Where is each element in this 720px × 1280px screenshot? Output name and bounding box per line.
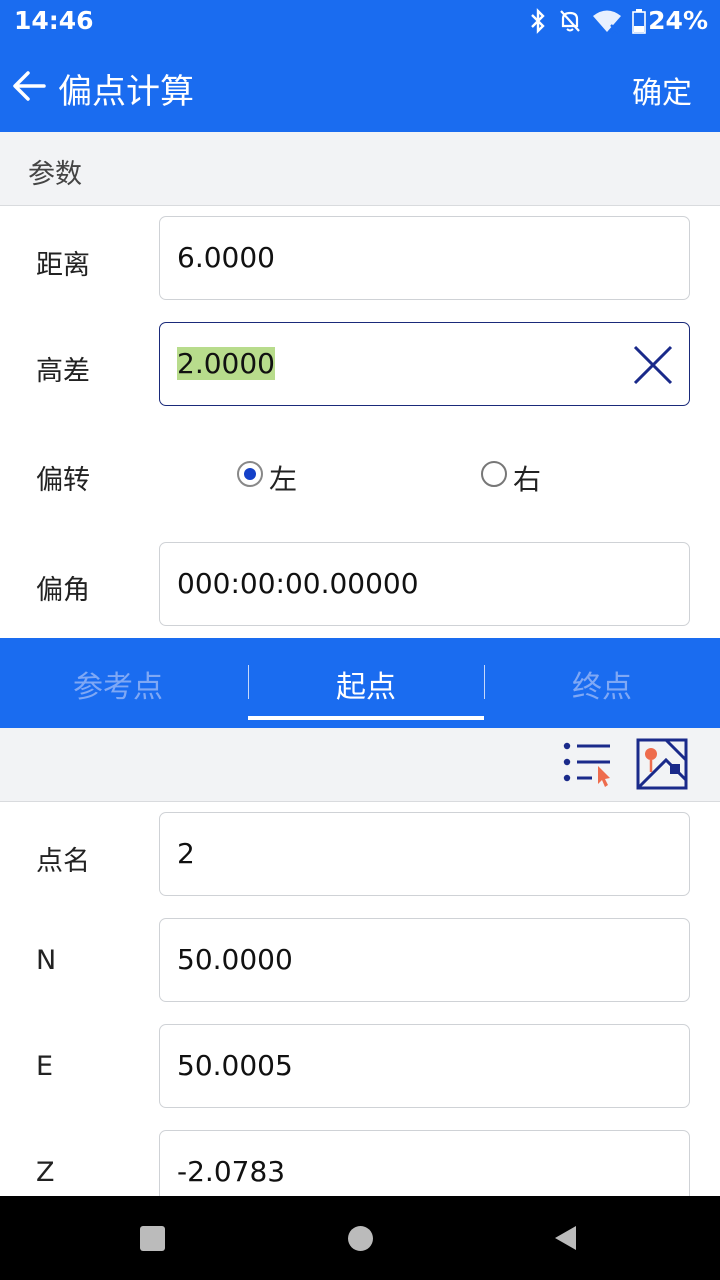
page-title: 偏点计算 xyxy=(58,72,194,112)
e-label: E xyxy=(36,1051,54,1082)
distance-input[interactable]: 6.0000 xyxy=(159,216,690,300)
params-section-header: 参数 xyxy=(0,132,720,206)
height-diff-input[interactable]: 2.0000 xyxy=(159,322,690,406)
point-name-label: 点名 xyxy=(36,846,90,877)
deflection-angle-value: 000:00:00.00000 xyxy=(177,567,419,600)
radio-left-label[interactable]: 左 xyxy=(269,458,297,498)
point-toolbar xyxy=(0,728,720,802)
radio-right[interactable] xyxy=(481,461,507,487)
deflection-label: 偏转 xyxy=(36,465,90,496)
status-bar: 14:46 24% xyxy=(0,0,720,44)
select-from-list-icon[interactable] xyxy=(560,740,612,788)
active-tab-indicator xyxy=(248,716,484,720)
point-name-input[interactable]: 2 xyxy=(159,812,690,896)
n-label: N xyxy=(36,945,57,976)
radio-right-label[interactable]: 右 xyxy=(513,458,541,498)
back-arrow-icon[interactable] xyxy=(10,66,50,106)
height-diff-value: 2.0000 xyxy=(177,347,275,380)
notifications-off-icon xyxy=(560,9,580,32)
app-bar: 偏点计算 确定 xyxy=(0,44,720,132)
wifi-icon xyxy=(593,10,622,34)
distance-label: 距离 xyxy=(36,250,90,281)
battery-percent: 24% xyxy=(648,6,708,35)
system-nav-bar xyxy=(0,1196,720,1280)
clear-icon[interactable] xyxy=(631,343,675,387)
home-button-icon[interactable] xyxy=(348,1226,373,1251)
e-input[interactable]: 50.0005 xyxy=(159,1024,690,1108)
tab-end-point[interactable]: 终点 xyxy=(484,662,720,706)
z-label: Z xyxy=(36,1157,55,1188)
status-time: 14:46 xyxy=(14,6,94,35)
point-tabs: 参考点 起点 终点 xyxy=(0,638,720,728)
n-value: 50.0000 xyxy=(177,943,293,976)
n-input[interactable]: 50.0000 xyxy=(159,918,690,1002)
confirm-button[interactable]: 确定 xyxy=(632,68,692,112)
battery: 24% xyxy=(632,6,708,35)
radio-left[interactable] xyxy=(237,461,263,487)
tab-start-point[interactable]: 起点 xyxy=(248,662,484,706)
distance-value: 6.0000 xyxy=(177,241,275,274)
back-button-icon[interactable] xyxy=(552,1224,578,1252)
deflection-angle-input[interactable]: 000:00:00.00000 xyxy=(159,542,690,626)
height-diff-label: 高差 xyxy=(36,356,90,387)
e-value: 50.0005 xyxy=(177,1049,293,1082)
point-name-value: 2 xyxy=(177,837,195,870)
battery-icon xyxy=(632,8,646,34)
deflection-angle-label: 偏角 xyxy=(36,575,90,606)
z-value: -2.0783 xyxy=(177,1155,286,1188)
bluetooth-icon xyxy=(531,7,545,34)
tab-reference-point[interactable]: 参考点 xyxy=(0,662,236,706)
section-title: 参数 xyxy=(28,159,82,190)
status-icons: 24% xyxy=(528,6,708,35)
recents-button-icon[interactable] xyxy=(140,1226,165,1251)
pick-on-map-icon[interactable] xyxy=(636,738,688,790)
